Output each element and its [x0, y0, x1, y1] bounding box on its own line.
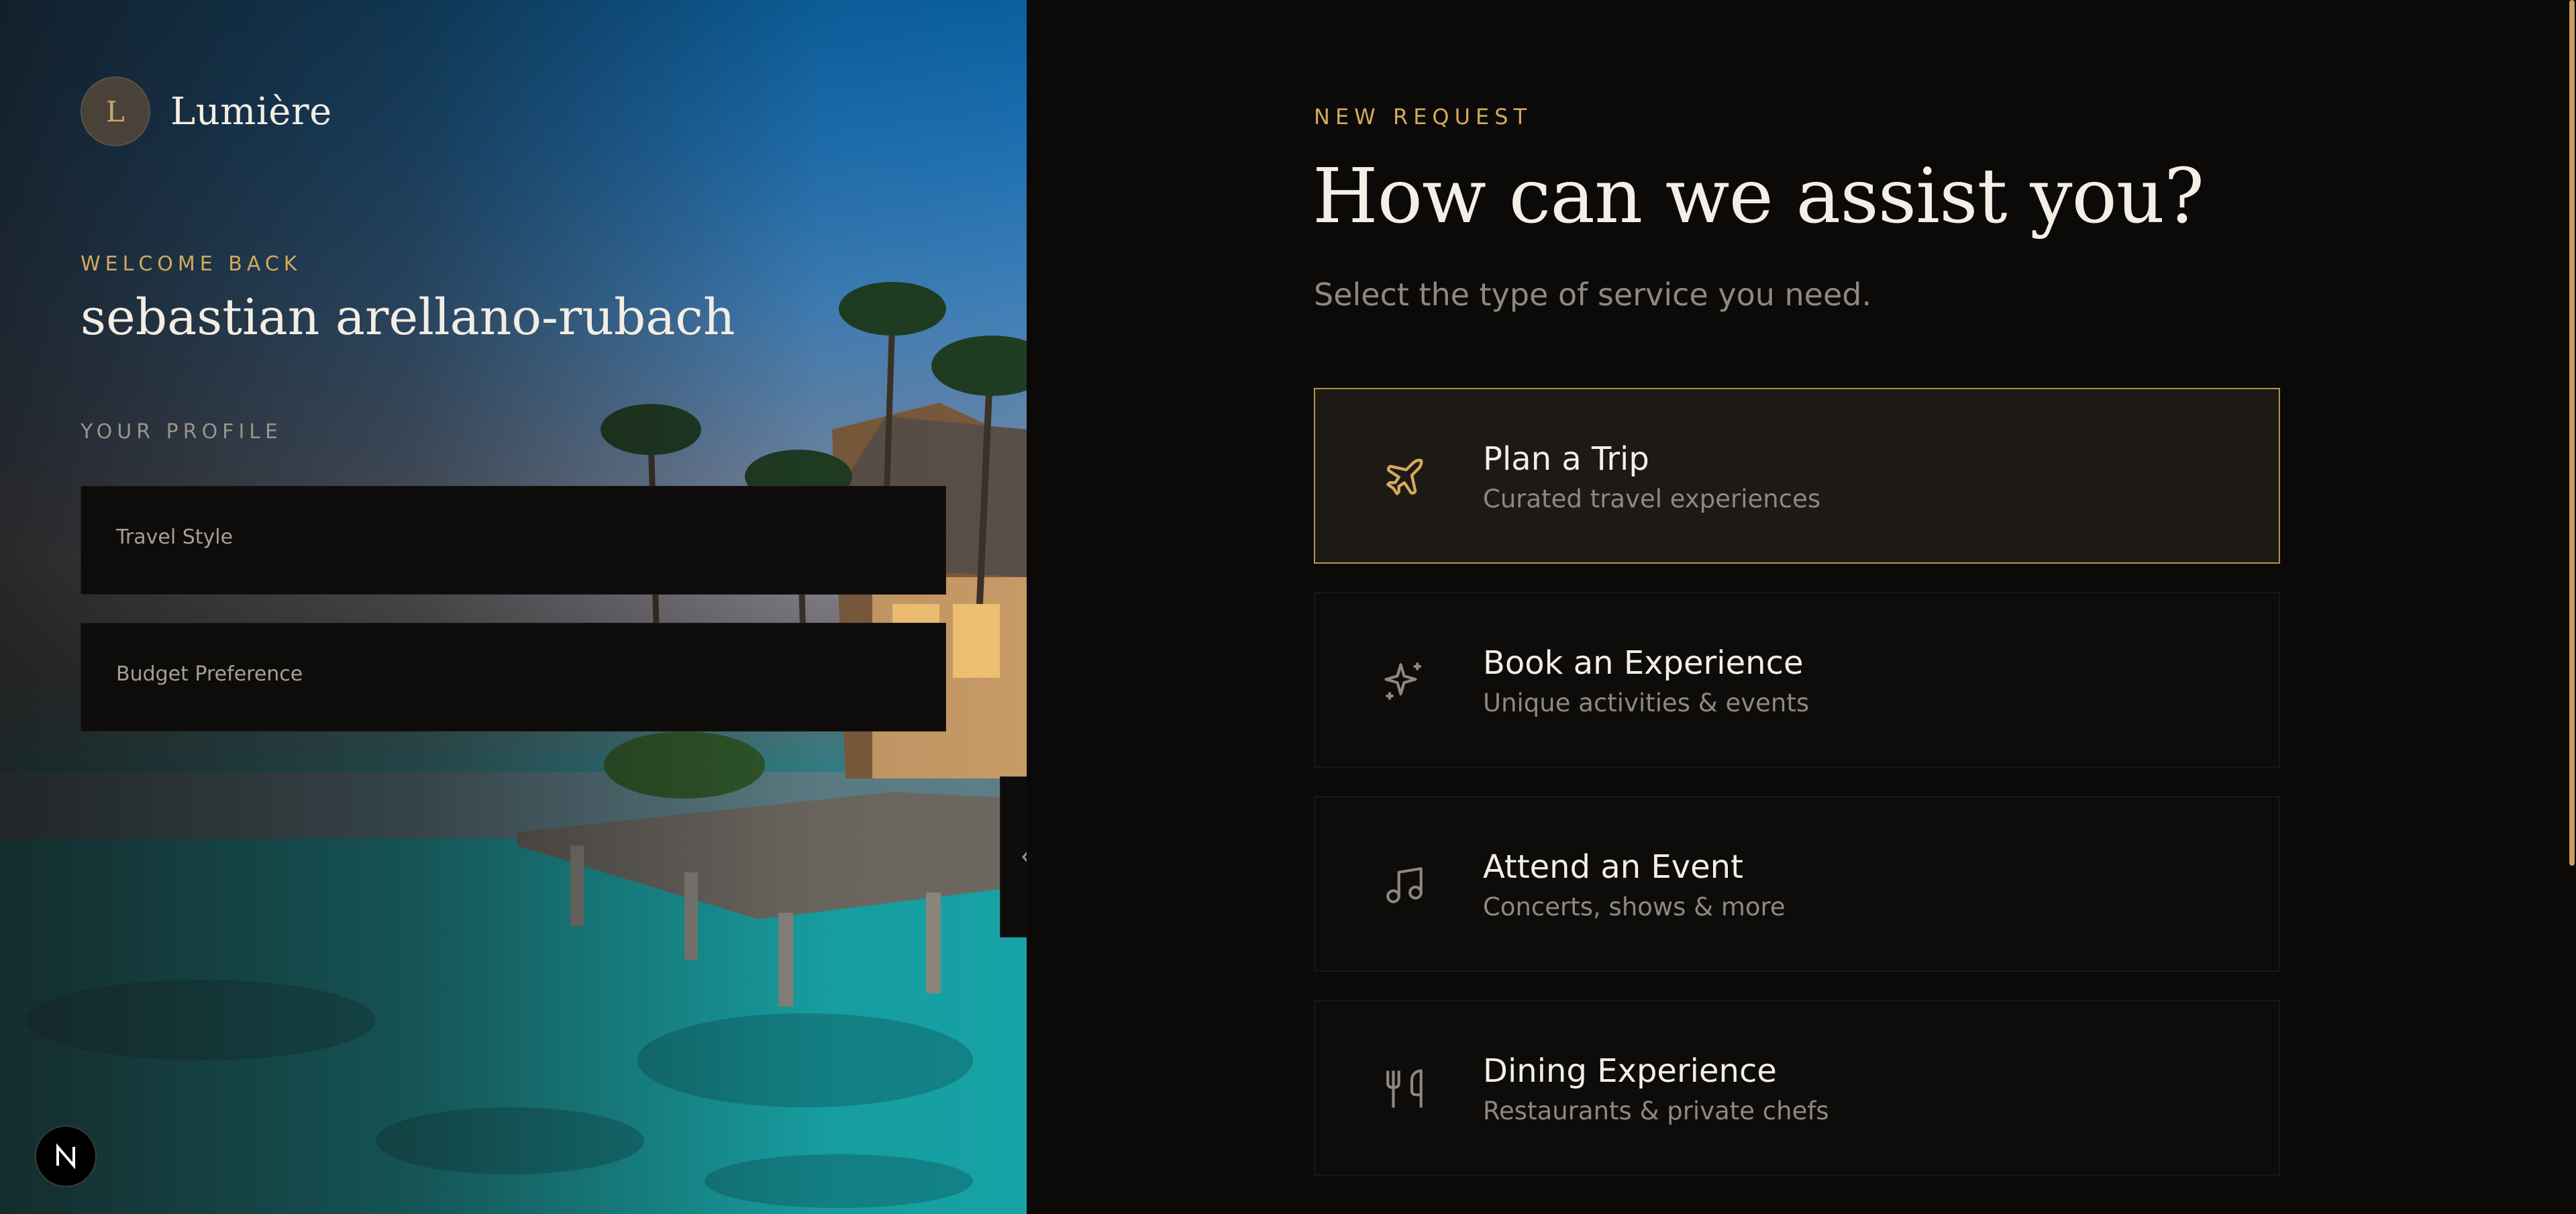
new-request-label: NEW REQUEST	[1314, 104, 1533, 130]
option-book-an-experience[interactable]: Book an Experience Unique activities & e…	[1314, 592, 2280, 768]
option-title: Plan a Trip	[1483, 440, 1649, 478]
logo-mark: L	[81, 77, 150, 146]
travel-style-label: Travel Style	[116, 525, 234, 549]
profile-section-label: YOUR PROFILE	[81, 420, 282, 444]
plane-icon	[1386, 458, 1423, 495]
request-panel: NEW REQUEST How can we assist you? Selec…	[1027, 0, 2576, 1214]
travel-style-field[interactable]: Travel Style	[81, 486, 946, 595]
sparkle-icon	[1384, 662, 1421, 700]
budget-preference-label: Budget Preference	[116, 662, 303, 686]
page-subtitle: Select the type of service you need.	[1314, 276, 1872, 313]
option-dining-experience[interactable]: Dining Experience Restaurants & private …	[1314, 1000, 2280, 1176]
n-logo-icon	[56, 1143, 75, 1170]
welcome-label: WELCOME BACK	[81, 252, 302, 276]
option-plan-a-trip[interactable]: Plan a Trip Curated travel experiences	[1314, 388, 2280, 564]
option-title: Book an Experience	[1483, 644, 1804, 682]
budget-preference-field[interactable]: Budget Preference	[81, 623, 946, 731]
option-title: Attend an Event	[1483, 848, 1743, 886]
music-note-icon	[1386, 867, 1423, 903]
brand-name: Lumière	[170, 89, 332, 134]
utensils-icon	[1386, 1069, 1423, 1108]
n-badge-button[interactable]	[35, 1125, 97, 1187]
profile-panel: L Lumière WELCOME BACK sebastian arellan…	[0, 0, 1027, 1214]
user-name: sebastian arellano-rubach	[81, 289, 735, 346]
option-title: Dining Experience	[1483, 1052, 1777, 1090]
scrollbar-thumb[interactable]	[2569, 0, 2575, 866]
scrollbar[interactable]	[2568, 0, 2576, 1214]
option-attend-an-event[interactable]: Attend an Event Concerts, shows & more	[1314, 796, 2280, 972]
brand[interactable]: L Lumière	[81, 77, 332, 146]
option-description: Unique activities & events	[1483, 689, 1810, 717]
option-description: Restaurants & private chefs	[1483, 1097, 1829, 1125]
option-description: Curated travel experiences	[1483, 485, 1821, 513]
option-description: Concerts, shows & more	[1483, 893, 1786, 921]
page-title: How can we assist you?	[1312, 153, 2204, 240]
